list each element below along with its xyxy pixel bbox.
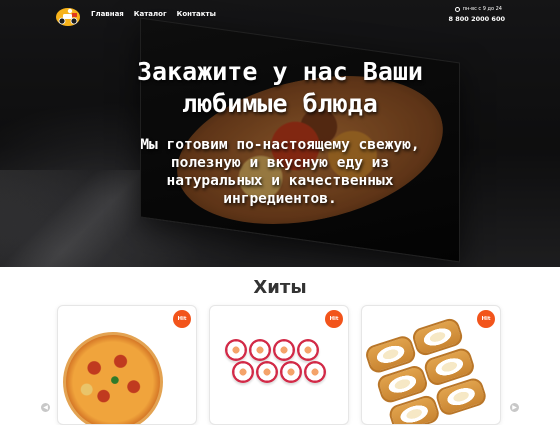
hero-title: Закажите у нас Ваши любимые блюда: [0, 56, 560, 120]
nav-link-home[interactable]: Главная: [91, 10, 124, 18]
sushi-image: [225, 339, 319, 361]
hit-badge: Hit: [477, 310, 495, 328]
rolls-image: [362, 306, 496, 424]
hero-subtitle-line: натуральных и качественных: [166, 173, 394, 189]
working-hours-text: пн-вс с 9 до 24: [462, 6, 502, 12]
product-card-pizza[interactable]: Hit: [57, 305, 197, 425]
sushi-piece: [304, 361, 326, 383]
chevron-left-icon[interactable]: ◀: [41, 403, 50, 412]
product-card-fried-rolls[interactable]: Hit: [361, 305, 501, 425]
product-card-sushi-set[interactable]: Hit: [209, 305, 349, 425]
clock-icon: [454, 6, 460, 12]
sushi-piece: [280, 361, 302, 383]
chevron-right-icon[interactable]: ▶: [510, 403, 519, 412]
pizza-image: [63, 332, 163, 424]
sushi-image-row: [232, 361, 326, 383]
sushi-piece: [297, 339, 319, 361]
working-hours: пн-вс с 9 до 24: [454, 6, 502, 12]
hero-subtitle: Мы готовим по-настоящему свежую, полезну…: [0, 136, 560, 208]
logo-graphic: [56, 8, 80, 26]
nav-link-catalog[interactable]: Каталог: [134, 10, 167, 18]
nav-links: Главная Каталог Контакты: [91, 10, 216, 18]
phone-number[interactable]: 8 800 2000 600: [448, 15, 505, 23]
hero-subtitle-line: ингредиентов.: [223, 191, 337, 207]
delivery-scooter-icon[interactable]: [55, 5, 81, 27]
hero-banner: Главная Каталог Контакты пн-вс с 9 до 24…: [0, 0, 560, 267]
sushi-piece: [249, 339, 271, 361]
sushi-piece: [273, 339, 295, 361]
sushi-piece: [232, 361, 254, 383]
hero-subtitle-line: Мы готовим по-настоящему свежую,: [140, 137, 420, 153]
hero-subtitle-line: полезную и вкусную еду из: [170, 155, 390, 171]
nav-link-contacts[interactable]: Контакты: [177, 10, 216, 18]
hit-badge: Hit: [325, 310, 343, 328]
top-navigation: Главная Каталог Контакты пн-вс с 9 до 24…: [0, 0, 560, 32]
hits-section-title: Хиты: [253, 277, 307, 298]
hero-title-line: любимые блюда: [182, 89, 378, 118]
sushi-piece: [225, 339, 247, 361]
hit-badge: Hit: [173, 310, 191, 328]
sushi-piece: [256, 361, 278, 383]
hero-overlay: [0, 0, 560, 267]
hero-title-line: Закажите у нас Ваши: [137, 57, 423, 86]
